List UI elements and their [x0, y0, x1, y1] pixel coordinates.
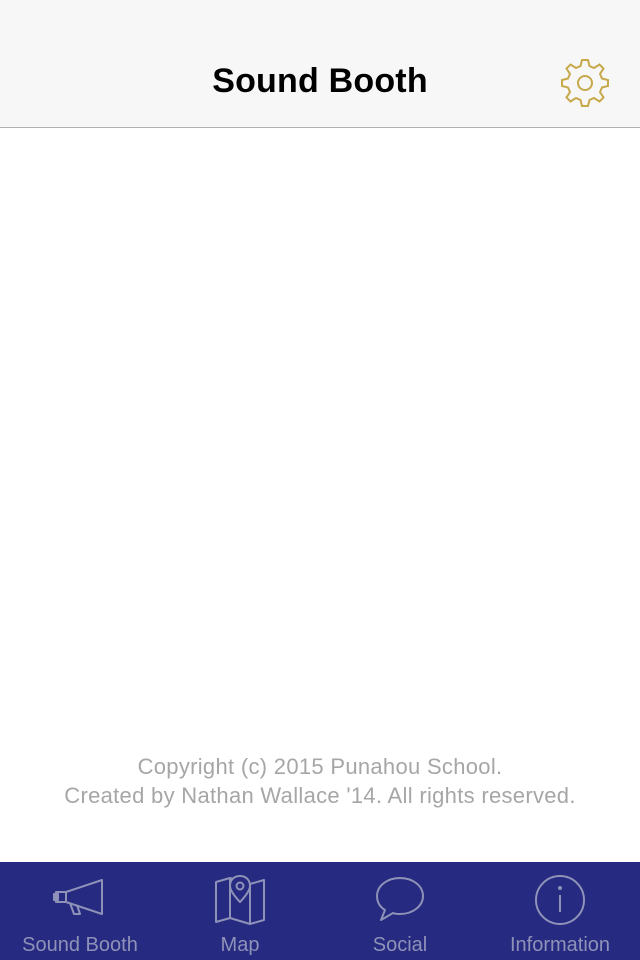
- info-icon: [533, 874, 587, 926]
- copyright-text: Copyright (c) 2015 Punahou School. Creat…: [0, 752, 640, 810]
- map-pin-icon: [213, 874, 267, 926]
- main-content: Copyright (c) 2015 Punahou School. Creat…: [0, 128, 640, 862]
- tab-social[interactable]: Social: [320, 862, 480, 960]
- tab-label: Sound Booth: [22, 934, 138, 956]
- tab-label: Map: [220, 934, 260, 956]
- speech-bubble-icon: [373, 874, 427, 924]
- tab-information[interactable]: Information: [480, 862, 640, 960]
- gear-icon: [560, 58, 610, 108]
- tab-sound-booth[interactable]: Sound Booth: [0, 862, 160, 960]
- tab-map[interactable]: Map: [160, 862, 320, 960]
- tab-label: Social: [372, 934, 428, 956]
- copyright-line: Copyright (c) 2015 Punahou School.: [137, 754, 503, 779]
- navigation-bar: Sound Booth: [0, 0, 640, 128]
- megaphone-icon: [52, 874, 108, 922]
- credits-line: Created by Nathan Wallace '14. All right…: [64, 783, 576, 808]
- page-title: Sound Booth: [212, 62, 428, 100]
- settings-button[interactable]: [560, 58, 610, 108]
- tab-label: Information: [509, 934, 611, 956]
- tab-bar: Sound Booth Map Social Information: [0, 862, 640, 960]
